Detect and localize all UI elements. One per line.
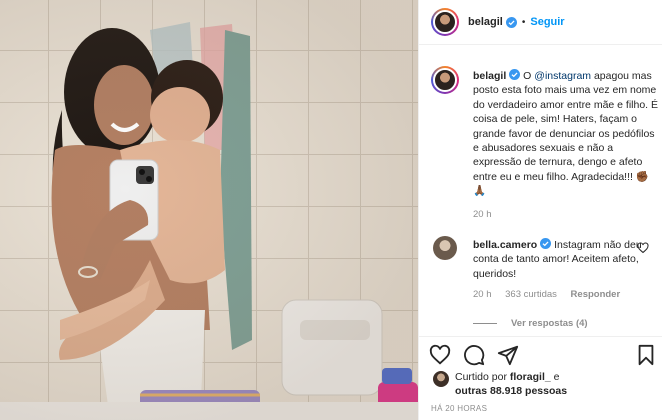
commenter-username[interactable]: bella.camero: [473, 239, 537, 251]
comment-icon[interactable]: [463, 344, 485, 366]
post-photo[interactable]: [0, 0, 418, 420]
author-username[interactable]: belagil: [468, 16, 503, 28]
photo-vignette: [0, 0, 418, 420]
reply-button[interactable]: Responder: [571, 289, 621, 300]
comments-section[interactable]: belagil O @instagram apagou mas posto es…: [419, 46, 662, 336]
liked-by-middle: e: [550, 371, 560, 383]
verified-badge-icon: [505, 16, 517, 28]
replies-divider: [473, 323, 497, 324]
post-header: belagil • Seguir: [419, 0, 662, 45]
post-side-panel: belagil • Seguir belagil O @instagram ap…: [418, 0, 662, 420]
caption-text-before: O: [520, 70, 535, 82]
caption-body: apagou mas posto esta foto mais uma vez …: [473, 70, 659, 198]
commenter-avatar[interactable]: [433, 236, 457, 260]
caption-username[interactable]: belagil: [473, 70, 506, 82]
follow-button[interactable]: Seguir: [530, 16, 564, 28]
liked-by-user[interactable]: floragil_: [510, 371, 551, 383]
caption-mention-link[interactable]: @instagram: [534, 70, 591, 82]
caption-author-avatar[interactable]: [431, 66, 459, 94]
verified-badge-icon: [540, 238, 552, 249]
liked-by-prefix: Curtido por: [455, 371, 510, 383]
liked-by-text: Curtido por floragil_ e outras 88.918 pe…: [455, 371, 645, 398]
likes-count-link[interactable]: outras 88.918 pessoas: [455, 385, 567, 397]
view-replies-button[interactable]: Ver respostas (4): [473, 318, 588, 329]
header-separator: •: [521, 16, 526, 28]
comment-likes[interactable]: 363 curtidas: [505, 289, 557, 300]
instagram-post: belagil • Seguir belagil O @instagram ap…: [0, 0, 662, 420]
author-avatar[interactable]: [431, 8, 459, 36]
caption-author-avatar-image: [433, 68, 457, 92]
heart-icon[interactable]: [429, 344, 451, 366]
comment-timestamp[interactable]: 20 h: [473, 289, 492, 300]
bookmark-icon[interactable]: [635, 344, 657, 366]
author-avatar-image: [433, 10, 457, 34]
post-timestamp[interactable]: HÁ 20 HORAS: [431, 404, 487, 413]
post-actions: Curtido por floragil_ e outras 88.918 pe…: [419, 336, 662, 420]
caption-timestamp[interactable]: 20 h: [473, 209, 492, 220]
comment-like-heart-icon[interactable]: [637, 242, 649, 254]
share-icon[interactable]: [497, 344, 519, 366]
comment-meta: 20 h 363 curtidas Responder: [473, 289, 631, 300]
caption-text: belagil O @instagram apagou mas posto es…: [473, 69, 659, 199]
comment-text: bella.camero Instagram não deu conta de …: [473, 238, 643, 281]
view-replies-label: Ver respostas (4): [511, 318, 588, 329]
liked-by-avatar[interactable]: [433, 371, 449, 387]
verified-badge-icon: [509, 69, 521, 80]
